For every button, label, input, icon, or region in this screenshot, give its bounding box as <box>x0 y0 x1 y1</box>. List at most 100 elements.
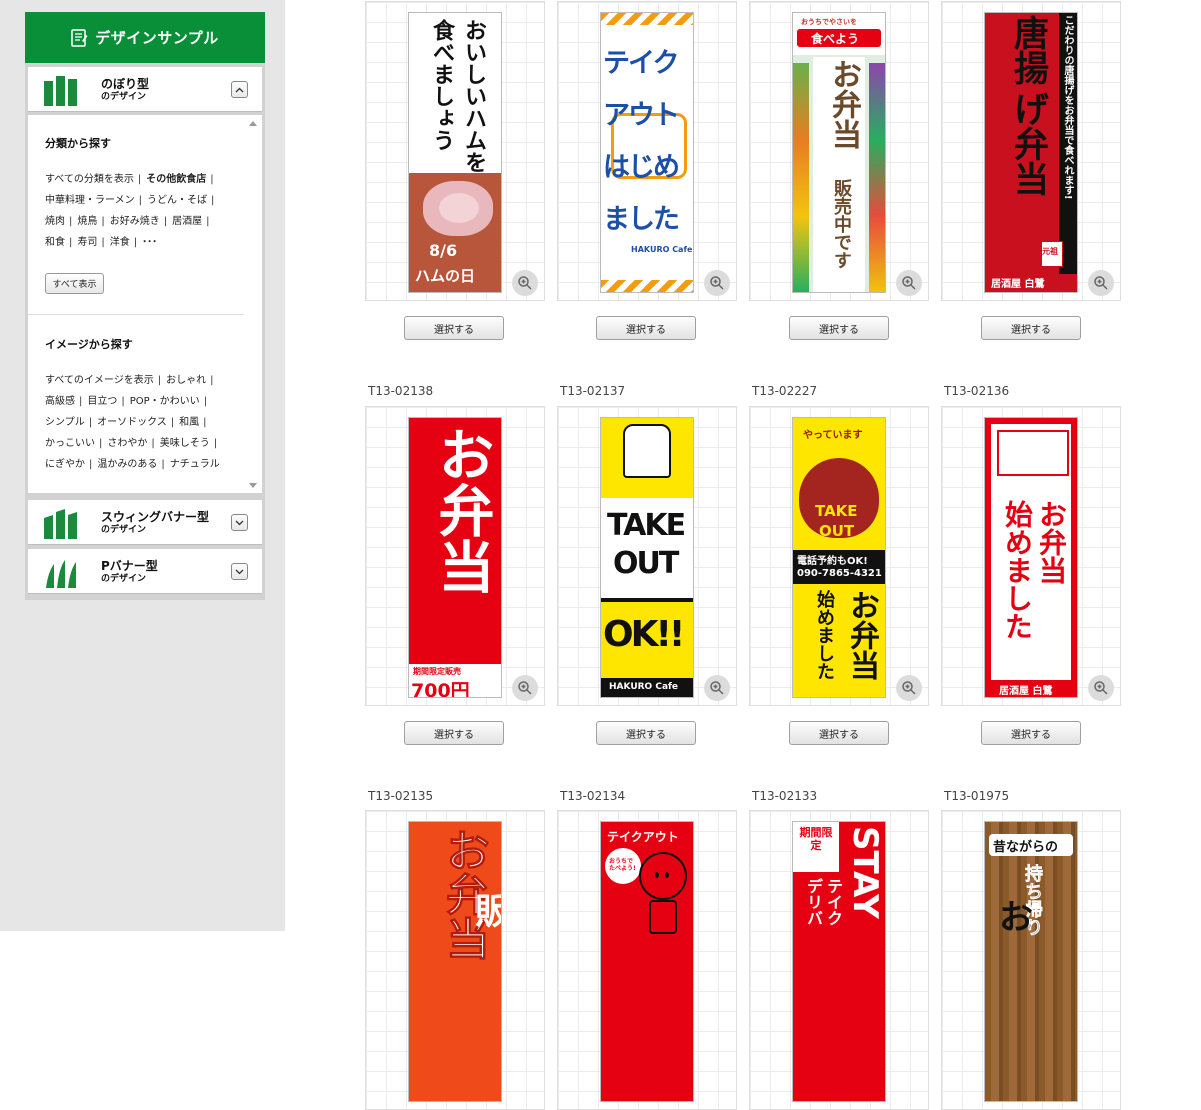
banner-thumbnail-ham[interactable]: おいしいハムを 食べましょう 8/6 ハムの日 <box>408 12 502 293</box>
category-line: 和食 | 寿司 | 洋食 | ･･･ <box>45 237 158 248</box>
image-line: 高級感 | 目立つ | POP・かわいい | <box>45 396 208 407</box>
category-link-selected[interactable]: その他飲食店 <box>146 174 206 185</box>
more-categories-link[interactable]: ･･･ <box>142 237 157 248</box>
category-link[interactable]: 居酒屋 <box>172 216 202 227</box>
header-title: デザインサンプル <box>95 29 219 47</box>
image-link[interactable]: 目立つ <box>87 396 117 407</box>
design-card[interactable]: おうちでやさいを 食べよう お弁当 販売中です <box>749 1 929 301</box>
banner-thumbnail-stay-home[interactable]: 期間限定 STAY テイク デリバ <box>792 821 886 1102</box>
accordion-header-pbanner[interactable]: Pバナー型 のデザイン <box>28 549 262 593</box>
panel-scrollbar[interactable] <box>244 115 262 493</box>
design-card[interactable]: やっています TAKE OUT 電話予約もOK! 090-7865-4321 お… <box>749 406 929 706</box>
select-button[interactable]: 選択する <box>404 721 504 745</box>
zoom-button[interactable] <box>704 270 730 296</box>
image-link[interactable]: オーソドックス <box>97 417 167 428</box>
image-link[interactable]: ナチュラル <box>170 459 220 470</box>
banner-text: 電話予約もOK! <box>797 556 868 567</box>
scroll-up-arrow-icon[interactable] <box>249 121 257 126</box>
expand-toggle-button[interactable] <box>231 514 248 531</box>
banner-text: アウト <box>603 100 680 131</box>
design-sample-header: デザインサンプル <box>25 12 265 63</box>
category-section-title: 分類から探す <box>45 137 111 150</box>
category-link[interactable]: 焼肉 <box>45 216 65 227</box>
show-all-button[interactable]: すべて表示 <box>45 273 104 294</box>
select-button[interactable]: 選択する <box>789 721 889 745</box>
banner-text: OK!! <box>603 614 685 655</box>
select-button[interactable]: 選択する <box>596 316 696 340</box>
category-link[interactable]: 洋食 <box>110 237 130 248</box>
accordion-header-swing[interactable]: スウィングバナー型 のデザイン <box>28 500 262 544</box>
swing-banner-type-icon <box>44 509 77 539</box>
design-card[interactable]: TAKE OUT OK!! HAKURO Cafe <box>557 406 737 706</box>
expand-toggle-button[interactable] <box>231 563 248 580</box>
scroll-down-arrow-icon[interactable] <box>249 483 257 488</box>
image-link[interactable]: 美味しそう <box>160 438 210 449</box>
image-link[interactable]: シンプル <box>45 417 85 428</box>
banner-text: HAKURO Cafe <box>631 245 693 254</box>
image-link[interactable]: すべてのイメージを表示 <box>45 375 154 386</box>
image-link[interactable]: 高級感 <box>45 396 75 407</box>
design-card[interactable]: テイク アウト はじめ ました HAKURO Cafe <box>557 1 737 301</box>
banner-text: お弁当 <box>429 426 494 594</box>
select-button[interactable]: 選択する <box>789 316 889 340</box>
banner-text: 唐揚 <box>1008 15 1048 85</box>
design-card[interactable]: おいしいハムを 食べましょう 8/6 ハムの日 <box>365 1 545 301</box>
magnifier-plus-icon <box>902 681 916 695</box>
design-card[interactable]: お弁当 始めました 居酒屋 白鷺 <box>941 406 1121 706</box>
design-card[interactable]: 期間限定 STAY テイク デリバ <box>749 810 929 1110</box>
banner-thumbnail-takeout-bento-yellow[interactable]: やっています TAKE OUT 電話予約もOK! 090-7865-4321 お… <box>792 417 886 698</box>
select-button[interactable]: 選択する <box>981 721 1081 745</box>
select-button[interactable]: 選択する <box>596 721 696 745</box>
design-card[interactable]: お弁当 販 <box>365 810 545 1110</box>
category-link[interactable]: 和食 <box>45 237 65 248</box>
filter-panel: 分類から探す すべての分類を表示 | その他飲食店 | 中華料理・ラーメン | うどん・そ… <box>28 115 262 493</box>
image-link[interactable]: かっこいい <box>45 438 95 449</box>
banner-text: 食べましょう <box>429 19 454 151</box>
banner-thumbnail-takeout-ok[interactable]: TAKE OUT OK!! HAKURO Cafe <box>600 417 694 698</box>
category-link[interactable]: お好み焼き <box>110 216 160 227</box>
image-link[interactable]: POP・かわいい <box>130 396 200 407</box>
banner-text: 090-7865-4321 <box>797 568 882 579</box>
zoom-button[interactable] <box>896 270 922 296</box>
category-link[interactable]: 寿司 <box>77 237 97 248</box>
banner-text: 食べよう <box>811 32 860 46</box>
zoom-button[interactable] <box>704 675 730 701</box>
design-code: T13-02136 <box>944 384 1010 398</box>
design-card[interactable]: こだわりの唐揚げをお弁当で食べれます! 唐揚 げ弁当 元祖 居酒屋 白鷺 <box>941 1 1121 301</box>
category-link[interactable]: うどん・そば <box>147 195 207 206</box>
accordion-title: のぼり型 <box>101 77 150 91</box>
chevron-down-icon <box>235 569 244 574</box>
zoom-button[interactable] <box>1088 675 1114 701</box>
banner-thumbnail-karaage-bento[interactable]: こだわりの唐揚げをお弁当で食べれます! 唐揚 げ弁当 元祖 居酒屋 白鷺 <box>984 12 1078 293</box>
design-card[interactable]: 昔ながらの 持ち帰り お <box>941 810 1121 1110</box>
select-button[interactable]: 選択する <box>981 316 1081 340</box>
image-link[interactable]: 温かみのある <box>97 459 157 470</box>
banner-text: TAKE <box>815 502 858 520</box>
zoom-button[interactable] <box>896 675 922 701</box>
accordion-header-nobori[interactable]: のぼり型 のデザイン <box>28 67 262 111</box>
image-link[interactable]: 和風 <box>179 417 199 428</box>
image-link[interactable]: さわやか <box>107 438 147 449</box>
image-link[interactable]: おしゃれ <box>166 375 206 386</box>
zoom-button[interactable] <box>512 675 538 701</box>
zoom-button[interactable] <box>1088 270 1114 296</box>
banner-text: 昔ながらの <box>993 840 1059 855</box>
select-button[interactable]: 選択する <box>404 316 504 340</box>
category-link[interactable]: すべての分類を表示 <box>45 174 134 185</box>
zoom-button[interactable] <box>512 270 538 296</box>
banner-thumbnail-bento-start-red[interactable]: お弁当 始めました 居酒屋 白鷺 <box>984 417 1078 698</box>
design-card[interactable]: お弁当 期間限定販売 700円 <box>365 406 545 706</box>
category-link[interactable]: 中華料理・ラーメン <box>45 195 135 206</box>
banner-thumbnail-bento-orange[interactable]: お弁当 販 <box>408 821 502 1102</box>
collapse-toggle-button[interactable] <box>231 81 248 98</box>
image-link[interactable]: にぎやか <box>45 459 85 470</box>
category-link[interactable]: 焼鳥 <box>77 216 97 227</box>
banner-thumbnail-old-fashioned-takeout[interactable]: 昔ながらの 持ち帰り お <box>984 821 1078 1102</box>
banner-text: お弁当 <box>826 59 861 149</box>
banner-thumbnail-takeout-start[interactable]: テイク アウト はじめ ました HAKURO Cafe <box>600 12 694 293</box>
banner-thumbnail-takeout-red-character[interactable]: テイクアウト おうちで たべよう! <box>600 821 694 1102</box>
banner-thumbnail-bento-700[interactable]: お弁当 期間限定販売 700円 <box>408 417 502 698</box>
design-card[interactable]: テイクアウト おうちで たべよう! <box>557 810 737 1110</box>
banner-thumbnail-vegetable-bento[interactable]: おうちでやさいを 食べよう お弁当 販売中です <box>792 12 886 293</box>
image-line: にぎやか | 温かみのある | ナチュラル <box>45 459 220 470</box>
